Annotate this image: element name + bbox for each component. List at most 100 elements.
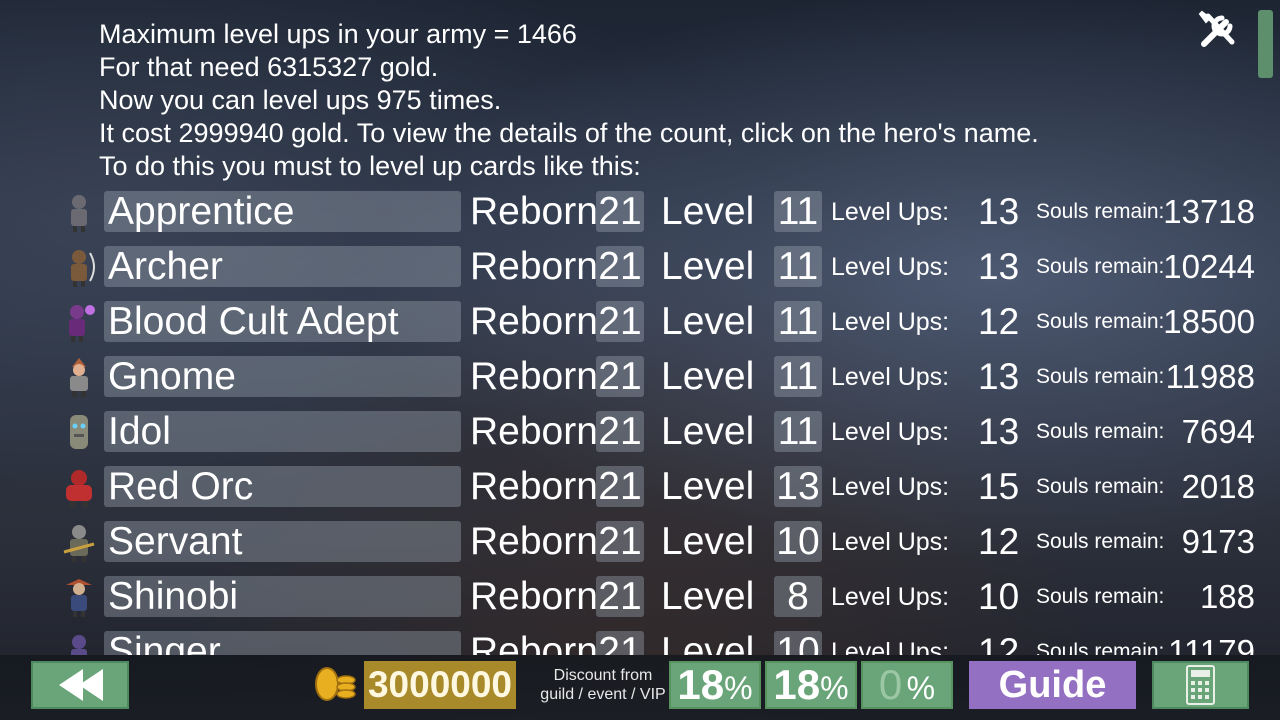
level-ups-label: Level Ups: bbox=[831, 363, 950, 391]
hero-row: Singer Reborn 21 Level 10 Level Ups: 12 … bbox=[0, 630, 1280, 655]
souls-remain-value: 11988 bbox=[1165, 358, 1255, 395]
hero-name-button[interactable]: Blood Cult Adept bbox=[104, 301, 461, 342]
shinobi-avatar-icon bbox=[60, 577, 98, 617]
level-ups-value: 13 bbox=[978, 246, 1020, 287]
level-value: 13 bbox=[774, 466, 822, 508]
level-label: Level bbox=[661, 355, 755, 398]
souls-remain-value: 10244 bbox=[1163, 248, 1255, 285]
reborn-value: 21 bbox=[596, 521, 644, 563]
hero-row: Idol Reborn 21 Level 11 Level Ups: 13 So… bbox=[0, 410, 1280, 454]
gnome-avatar-icon bbox=[60, 357, 98, 397]
reborn-label: Reborn bbox=[470, 410, 598, 453]
level-label: Level bbox=[661, 245, 755, 288]
max-level-ups-line: Maximum level ups in your army = 1466 bbox=[99, 19, 577, 49]
souls-remain-label: Souls remain: bbox=[1036, 420, 1165, 443]
souls-remain-label: Souls remain: bbox=[1036, 200, 1165, 223]
level-label: Level bbox=[661, 410, 755, 453]
souls-remain-value: 188 bbox=[1199, 578, 1255, 615]
event-discount-box: 18% bbox=[765, 661, 857, 709]
hero-name-button[interactable]: Shinobi bbox=[104, 576, 461, 617]
level-ups-value: 13 bbox=[978, 356, 1020, 397]
reborn-value: 21 bbox=[596, 246, 644, 288]
souls-remain-label: Souls remain: bbox=[1036, 530, 1165, 553]
rewind-icon bbox=[59, 669, 103, 701]
hero-list: Apprentice Reborn 21 Level 11 Level Ups:… bbox=[0, 190, 1280, 655]
servant-avatar-icon bbox=[60, 522, 98, 562]
gold-coins-icon bbox=[312, 664, 360, 704]
reborn-label: Reborn bbox=[470, 300, 598, 343]
reborn-label: Reborn bbox=[470, 630, 598, 655]
level-ups-value: 15 bbox=[978, 466, 1020, 507]
hero-name-button[interactable]: Idol bbox=[104, 411, 461, 452]
level-ups-value: 12 bbox=[978, 631, 1020, 655]
reborn-value: 21 bbox=[596, 631, 644, 655]
percent-sign: % bbox=[906, 670, 936, 706]
hero-name-button[interactable]: Archer bbox=[104, 246, 461, 287]
discount-label: Discount from guild / event / VIP bbox=[532, 666, 674, 704]
guide-button[interactable]: Guide bbox=[969, 661, 1136, 709]
level-label: Level bbox=[661, 300, 755, 343]
vip-discount-value: 0 bbox=[878, 661, 903, 708]
level-value: 11 bbox=[774, 301, 822, 343]
archer-avatar-icon bbox=[60, 247, 98, 287]
reborn-value: 21 bbox=[596, 411, 644, 453]
level-ups-value: 13 bbox=[978, 191, 1020, 232]
back-button[interactable] bbox=[31, 661, 129, 709]
percent-sign: % bbox=[820, 670, 849, 706]
souls-remain-value: 13718 bbox=[1163, 193, 1255, 230]
level-value: 11 bbox=[774, 246, 822, 288]
souls-remain-label: Souls remain: bbox=[1036, 475, 1165, 498]
hero-name-button[interactable]: Apprentice bbox=[104, 191, 461, 232]
souls-remain-label: Souls remain: bbox=[1036, 310, 1165, 333]
needed-gold-line: For that need 6315327 gold. bbox=[99, 52, 439, 82]
instruction-line: To do this you must to level up cards li… bbox=[99, 151, 641, 181]
idol-avatar-icon bbox=[60, 412, 98, 452]
souls-remain-value: 7694 bbox=[1181, 413, 1255, 450]
level-ups-label: Level Ups: bbox=[831, 473, 950, 501]
level-label: Level bbox=[661, 465, 755, 508]
hero-name-button[interactable]: Red Orc bbox=[104, 466, 461, 507]
hero-name-button[interactable]: Singer bbox=[104, 631, 461, 655]
gold-amount: 3000000 bbox=[364, 661, 516, 709]
souls-remain-label: Souls remain: bbox=[1036, 585, 1165, 608]
level-ups-label: Level Ups: bbox=[831, 638, 950, 655]
reborn-value: 21 bbox=[596, 301, 644, 343]
current-level-ups-line: Now you can level ups 975 times. bbox=[99, 85, 502, 115]
scrollbar[interactable] bbox=[1258, 10, 1273, 78]
souls-remain-label: Souls remain: bbox=[1036, 640, 1165, 655]
calculator-button[interactable] bbox=[1152, 661, 1249, 709]
summary-text: Maximum level ups in your army = 1466 Fo… bbox=[99, 18, 1039, 183]
level-ups-label: Level Ups: bbox=[831, 583, 950, 611]
reborn-label: Reborn bbox=[470, 355, 598, 398]
level-ups-label: Level Ups: bbox=[831, 418, 950, 446]
reborn-label: Reborn bbox=[470, 465, 598, 508]
level-value: 10 bbox=[774, 521, 822, 563]
vip-discount-box: 0 % bbox=[861, 661, 953, 709]
souls-remain-label: Souls remain: bbox=[1036, 365, 1165, 388]
level-ups-value: 10 bbox=[978, 576, 1020, 617]
level-value: 11 bbox=[774, 191, 822, 233]
level-value: 10 bbox=[774, 631, 822, 655]
discount-label-line2: guild / event / VIP bbox=[540, 686, 666, 703]
level-label: Level bbox=[661, 190, 755, 233]
discount-label-line1: Discount from bbox=[553, 667, 653, 684]
event-discount-value: 18 bbox=[773, 661, 821, 708]
level-ups-label: Level Ups: bbox=[831, 308, 950, 336]
reborn-value: 21 bbox=[596, 356, 644, 398]
souls-remain-value: 9173 bbox=[1181, 523, 1255, 560]
hero-row: Shinobi Reborn 21 Level 8 Level Ups: 10 … bbox=[0, 575, 1280, 619]
hero-name-button[interactable]: Gnome bbox=[104, 356, 461, 397]
hero-row: Gnome Reborn 21 Level 11 Level Ups: 13 S… bbox=[0, 355, 1280, 399]
blood-cult-adept-avatar-icon bbox=[60, 302, 98, 342]
level-ups-value: 12 bbox=[978, 521, 1020, 562]
tools-icon[interactable] bbox=[1196, 8, 1240, 52]
level-value: 11 bbox=[774, 356, 822, 398]
reborn-label: Reborn bbox=[470, 520, 598, 563]
reborn-label: Reborn bbox=[470, 190, 598, 233]
calculator-icon bbox=[1186, 665, 1215, 705]
hero-row: Apprentice Reborn 21 Level 11 Level Ups:… bbox=[0, 190, 1280, 234]
hero-name-button[interactable]: Servant bbox=[104, 521, 461, 562]
reborn-label: Reborn bbox=[470, 245, 598, 288]
level-ups-value: 13 bbox=[978, 411, 1020, 452]
level-label: Level bbox=[661, 520, 755, 563]
